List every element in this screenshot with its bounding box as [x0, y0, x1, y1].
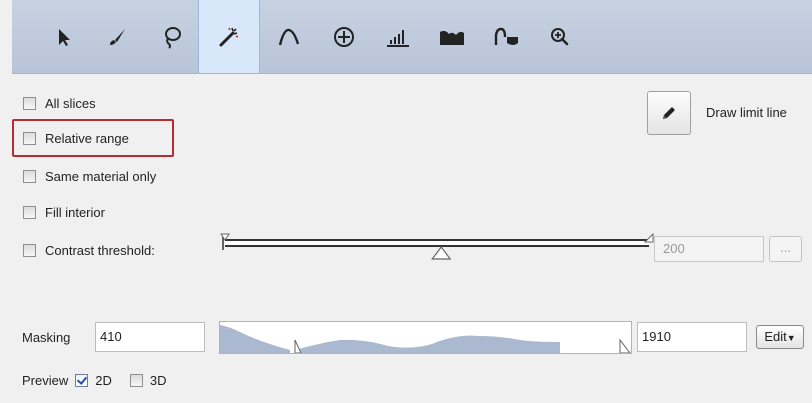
masking-min-handle[interactable] [294, 339, 302, 353]
edit-button-label: Edit [764, 329, 787, 344]
draw-limit-line-label: Draw limit line [706, 105, 787, 120]
preview-2d-checkbox[interactable] [75, 373, 89, 387]
relative-range-option[interactable]: Relative range [23, 128, 129, 148]
preview-3d-label: 3D [149, 372, 167, 388]
pointer-arrow-icon [59, 28, 70, 46]
fill-interior-checkbox[interactable] [23, 205, 36, 219]
same-material-option[interactable]: Same material only [23, 166, 156, 186]
same-material-label: Same material only [45, 168, 157, 184]
wave-fill-icon [494, 27, 518, 45]
masking-max-handle[interactable] [619, 338, 631, 353]
masking-min-field[interactable]: 410 [95, 322, 205, 352]
peak-tool-button[interactable] [259, 0, 319, 73]
preview-row: Preview 2D 3D [22, 370, 167, 390]
edit-button[interactable]: Edit▼ [756, 325, 804, 349]
fill-interior-option[interactable]: Fill interior [23, 202, 105, 222]
lasso-icon [165, 26, 181, 49]
relative-range-checkbox[interactable] [23, 131, 36, 145]
fill-interior-label: Fill interior [45, 204, 105, 220]
select-tool-button[interactable] [34, 0, 94, 73]
zoom-in-icon [551, 27, 569, 45]
dropdown-arrow-icon: ▼ [786, 333, 796, 343]
draw-limit-line-button[interactable] [647, 91, 691, 135]
same-material-checkbox[interactable] [23, 169, 36, 183]
contrast-threshold-checkbox[interactable] [23, 243, 36, 257]
all-slices-option[interactable]: All slices [23, 93, 96, 113]
masking-histogram[interactable] [219, 321, 632, 354]
contrast-threshold-slider[interactable] [219, 232, 659, 266]
tool-toolbar [12, 0, 812, 74]
histogram-bars-icon [387, 29, 409, 47]
contrast-threshold-option[interactable]: Contrast threshold: [23, 240, 155, 260]
magic-wand-icon [219, 27, 239, 46]
zoom-tool-button[interactable] [530, 0, 590, 73]
wave-tool-button[interactable] [477, 0, 537, 73]
contrast-more-button[interactable]: ... [769, 236, 802, 262]
profile-tool-button[interactable] [422, 0, 482, 73]
histogram-tool-button[interactable] [368, 0, 428, 73]
pencil-icon [663, 107, 675, 119]
crosshair-circle-icon [334, 26, 354, 47]
contrast-value-field[interactable]: 200 [654, 236, 764, 262]
contrast-threshold-label: Contrast threshold: [45, 242, 155, 258]
all-slices-label: All slices [45, 95, 96, 111]
relative-range-label: Relative range [45, 130, 129, 146]
mountain-profile-icon [440, 30, 464, 45]
contrast-slider-handle[interactable] [431, 246, 452, 260]
brush-tool-button[interactable] [87, 0, 147, 73]
preview-2d-label: 2D [95, 372, 112, 388]
brush-icon [110, 28, 125, 45]
masking-label: Masking [22, 330, 71, 345]
preview-label: Preview [22, 372, 69, 388]
masking-max-field[interactable]: 1910 [637, 322, 747, 352]
lasso-tool-button[interactable] [142, 0, 202, 73]
curve-peak-icon [278, 28, 300, 45]
preview-3d-checkbox[interactable] [129, 373, 143, 387]
histogram-area [220, 325, 560, 353]
region-tool-button[interactable] [314, 0, 374, 73]
all-slices-checkbox[interactable] [23, 96, 36, 110]
magic-wand-tool-button[interactable] [198, 0, 260, 73]
